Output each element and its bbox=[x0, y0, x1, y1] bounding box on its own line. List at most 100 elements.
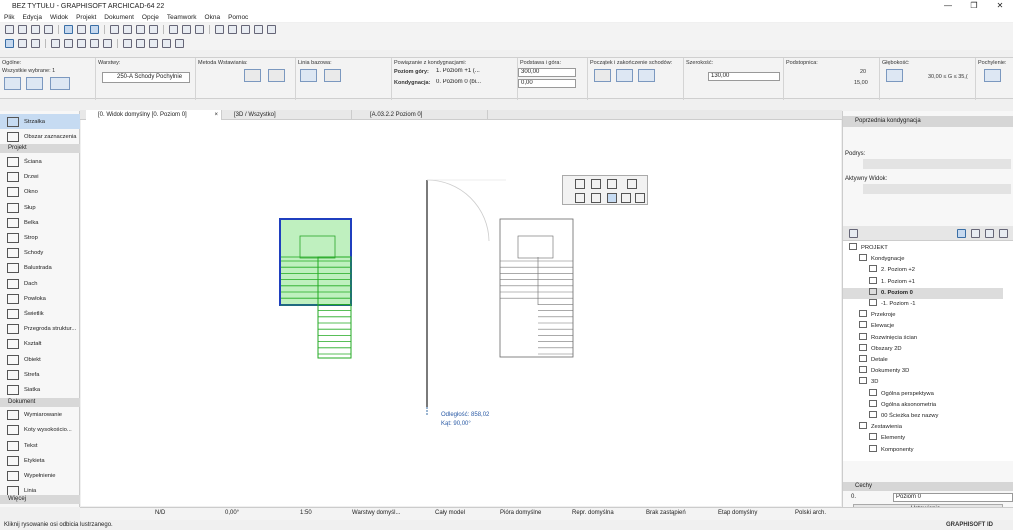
intersect-icon[interactable] bbox=[103, 38, 112, 48]
distribute-icon[interactable] bbox=[136, 38, 145, 48]
toolbox-item[interactable]: Ściana bbox=[0, 154, 80, 169]
guide-icon[interactable] bbox=[123, 25, 132, 34]
rotate-icon[interactable] bbox=[162, 38, 171, 48]
adjust-icon[interactable] bbox=[90, 38, 99, 48]
slope-button[interactable] bbox=[984, 69, 1001, 82]
toolbox-item[interactable]: Obszar zaznaczenia bbox=[0, 129, 80, 144]
drag-copy-icon[interactable] bbox=[591, 193, 601, 203]
toolbox-item[interactable]: Kształt bbox=[0, 337, 80, 352]
cursor-snap-icon[interactable] bbox=[136, 25, 145, 34]
top-height-field[interactable]: 300,00 bbox=[518, 68, 576, 77]
view-icon[interactable] bbox=[5, 38, 14, 48]
lock-icon[interactable] bbox=[182, 25, 191, 34]
tree-item[interactable]: Elementy bbox=[843, 433, 1003, 444]
end-button[interactable] bbox=[638, 69, 655, 82]
undo-icon[interactable] bbox=[5, 25, 14, 34]
tree-item[interactable]: Ogólna aksonometria bbox=[843, 399, 1003, 411]
menu-help[interactable]: Pomoc bbox=[224, 14, 252, 21]
tab-floor-plan[interactable]: [0. Widok domyślny [0. Poziom 0] × bbox=[86, 110, 222, 120]
status-phase[interactable]: Etap domyślny bbox=[718, 510, 757, 516]
toolbox-item[interactable]: Okno bbox=[0, 185, 80, 200]
toolbox-item[interactable]: Świetlik bbox=[0, 306, 80, 321]
tree-item[interactable]: PROJEKT bbox=[843, 243, 1003, 254]
toolbox-item[interactable]: Słup bbox=[0, 200, 80, 215]
top-link-select[interactable]: 1. Poziom +1 (... bbox=[434, 68, 514, 77]
tree-item[interactable]: 1. Poziom +1 bbox=[843, 276, 1003, 288]
redo-icon[interactable] bbox=[18, 25, 27, 34]
tree-item[interactable]: 2. Poziom +2 bbox=[843, 265, 1003, 276]
offset-copy-icon[interactable] bbox=[635, 193, 645, 203]
navigator-project-icon[interactable] bbox=[849, 229, 858, 238]
selected-stair[interactable] bbox=[279, 218, 352, 359]
toolbox-item[interactable]: Tekst bbox=[0, 438, 80, 453]
rotate-icon[interactable] bbox=[591, 179, 601, 189]
split-icon[interactable] bbox=[77, 38, 86, 48]
drag-icon[interactable] bbox=[175, 38, 184, 48]
add-icon[interactable] bbox=[575, 193, 585, 203]
toolbox-item[interactable]: Wymiarowanie bbox=[0, 408, 80, 423]
props-name-field[interactable]: Poziom 0 bbox=[893, 493, 1013, 502]
mirror-icon[interactable] bbox=[149, 38, 158, 48]
riser-height[interactable]: 15,00 bbox=[854, 80, 868, 86]
status-overrides[interactable]: Brak zastąpień bbox=[646, 510, 686, 516]
mirror-axis-icon[interactable] bbox=[607, 193, 617, 203]
close-tab-icon[interactable]: × bbox=[214, 110, 218, 120]
tab-3d[interactable]: [3D / Wszystko] bbox=[222, 110, 352, 120]
method-button-2[interactable] bbox=[268, 69, 285, 82]
tab-layout[interactable]: [A.03.2.2 Poziom 0] bbox=[358, 110, 488, 120]
tree-item[interactable]: 00 Ścieżka bez nazwy bbox=[843, 411, 1003, 422]
method-button[interactable] bbox=[244, 69, 261, 82]
toolbox-item[interactable]: Drzwi bbox=[0, 170, 80, 185]
minimize-button[interactable]: — bbox=[935, 0, 961, 12]
tree-item[interactable]: -1. Poziom -1 bbox=[843, 299, 1003, 310]
toolbox-item[interactable]: Strzałka bbox=[0, 114, 80, 129]
layer-select[interactable]: 250-A Schody Pochylnie bbox=[102, 72, 190, 83]
menu-windows[interactable]: Okna bbox=[201, 14, 225, 21]
project-map-icon[interactable] bbox=[957, 229, 966, 238]
move-icon[interactable] bbox=[575, 179, 585, 189]
menu-document[interactable]: Dokument bbox=[100, 14, 138, 21]
tree-item[interactable]: Komponenty bbox=[843, 444, 1003, 456]
toolbox-item[interactable]: Dach bbox=[0, 276, 80, 291]
status-layers[interactable]: Warstwy domyśl... bbox=[352, 510, 400, 516]
offset-icon[interactable] bbox=[51, 38, 60, 48]
stair-type-button[interactable] bbox=[4, 77, 21, 90]
arrow-tool-icon[interactable] bbox=[64, 25, 73, 34]
tree-item[interactable]: 0. Poziom 0 bbox=[843, 287, 1003, 299]
grid-icon[interactable] bbox=[110, 25, 119, 34]
status-pens[interactable]: Pióra domyślne bbox=[500, 510, 541, 516]
status-repr[interactable]: Repr. domyślna bbox=[572, 510, 614, 516]
baseline-button[interactable] bbox=[300, 69, 317, 82]
active-view-slider[interactable] bbox=[863, 184, 1011, 194]
tree-item[interactable]: 3D bbox=[843, 377, 1003, 388]
baseline-offset-button[interactable] bbox=[324, 69, 341, 82]
view-map-icon[interactable] bbox=[971, 229, 980, 238]
menu-file[interactable]: Plik bbox=[0, 14, 18, 21]
drawing-canvas[interactable]: Odległość: 858,02 Kąt: 90,00° bbox=[81, 120, 841, 506]
underlay-slider[interactable] bbox=[863, 159, 1011, 169]
toolbox-item[interactable]: Belka bbox=[0, 215, 80, 230]
status-scale[interactable]: 1:50 bbox=[300, 510, 312, 516]
publisher-icon[interactable] bbox=[999, 229, 1008, 238]
layer-icon[interactable] bbox=[195, 25, 204, 34]
close-button[interactable]: ✕ bbox=[987, 0, 1013, 12]
angle-value[interactable]: 90,00° bbox=[453, 421, 470, 427]
distance-value[interactable]: 858,02 bbox=[471, 412, 489, 418]
tree-item[interactable]: Elewacje bbox=[843, 321, 1003, 332]
toolbox-item[interactable]: Siatka bbox=[0, 382, 80, 397]
toolbox-item[interactable]: Przegroda struktur... bbox=[0, 322, 80, 337]
tree-item[interactable]: Obszary 2D bbox=[843, 343, 1003, 355]
riser-count[interactable]: 20 bbox=[860, 69, 866, 75]
tree-item[interactable]: Ogólna perspektywa bbox=[843, 388, 1003, 400]
toolbox-section-header[interactable]: Dokument bbox=[0, 397, 80, 407]
start-end-button-2[interactable] bbox=[616, 69, 633, 82]
window-icon[interactable] bbox=[18, 38, 27, 48]
depth-button[interactable] bbox=[886, 69, 903, 82]
toolbox-item[interactable]: Powłoka bbox=[0, 291, 80, 306]
toolbox-item[interactable]: Balustrada bbox=[0, 261, 80, 276]
tree-item[interactable]: Kondygnacje bbox=[843, 254, 1003, 265]
floor-select[interactable]: 0. Poziom 0 (bi... bbox=[434, 79, 514, 88]
status-renovation[interactable]: Polski arch. bbox=[795, 510, 826, 516]
tree-item[interactable]: Zestawienia bbox=[843, 422, 1003, 433]
menu-options[interactable]: Opcje bbox=[138, 14, 163, 21]
